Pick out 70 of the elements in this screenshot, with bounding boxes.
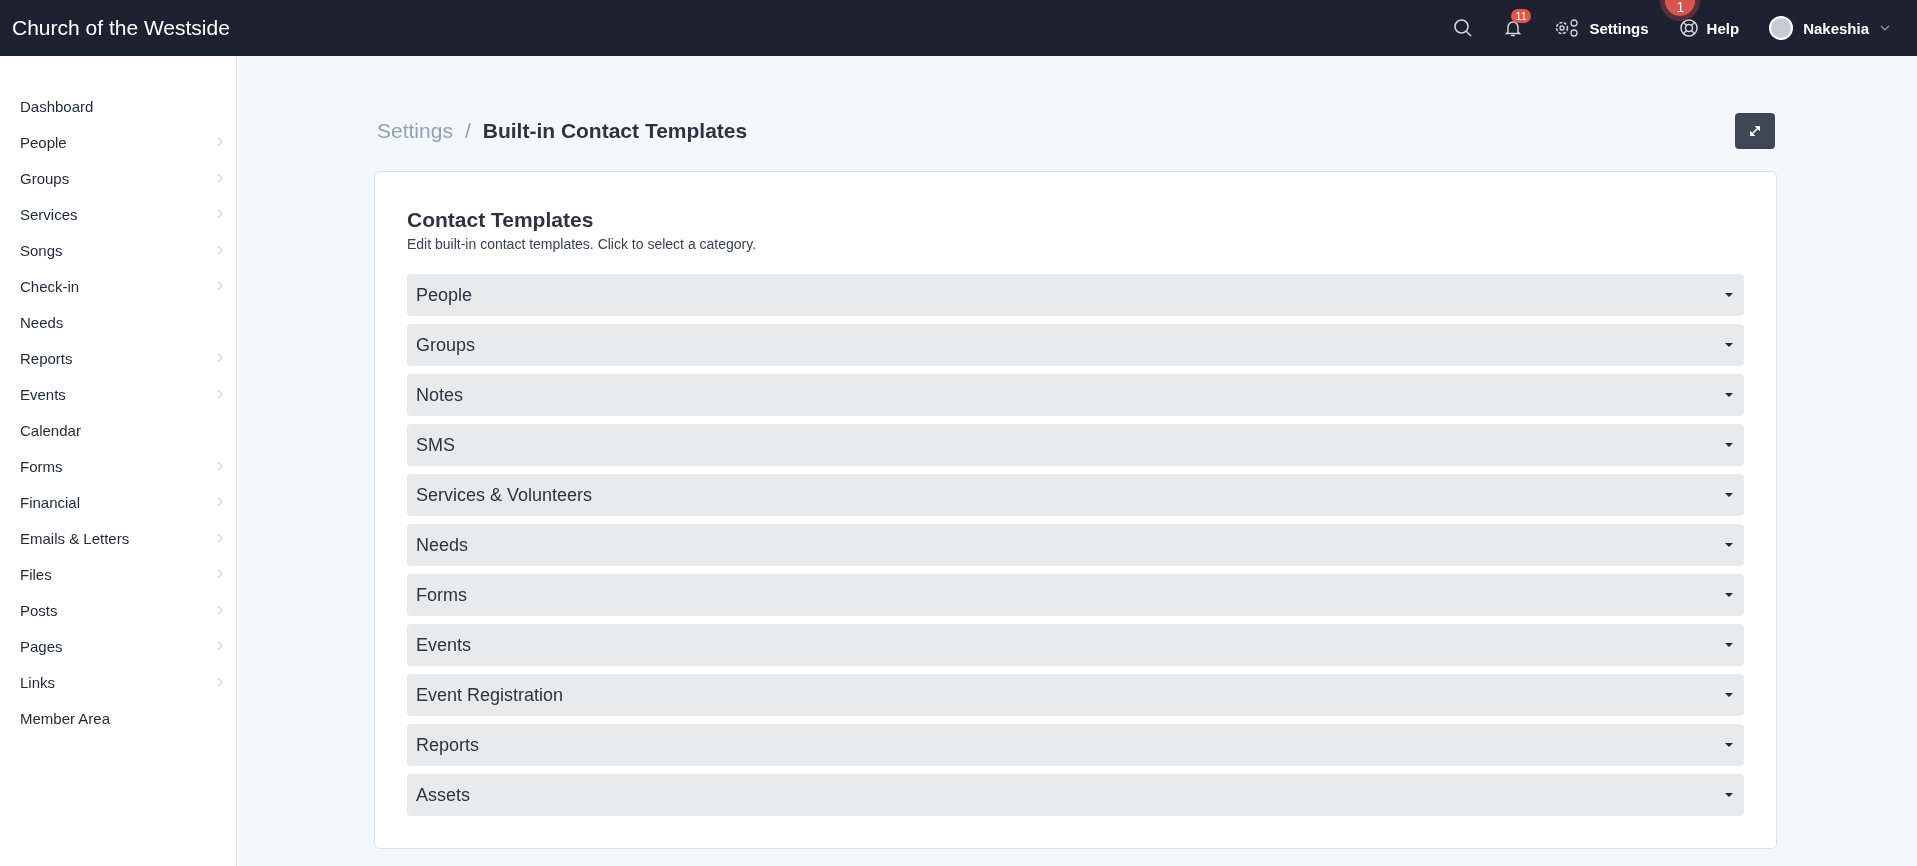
category-header[interactable]: Needs — [407, 524, 1744, 566]
chevron-right-icon — [216, 496, 224, 508]
chevron-right-icon — [216, 352, 224, 364]
sidebar-item[interactable]: Groups — [0, 160, 236, 196]
category-header[interactable]: Events — [407, 624, 1744, 666]
sidebar-item[interactable]: Songs — [0, 232, 236, 268]
sidebar-item[interactable]: Pages — [0, 628, 236, 664]
card-title: Contact Templates — [407, 208, 595, 232]
category-header[interactable]: Reports — [407, 724, 1744, 766]
notification-count: 11 — [1511, 9, 1531, 23]
caret-icon — [1724, 642, 1734, 648]
sidebar-item[interactable]: People — [0, 124, 236, 160]
expand-icon — [1747, 123, 1763, 139]
caret-icon — [1724, 792, 1734, 798]
caret-icon — [1724, 542, 1734, 548]
chevron-right-icon — [216, 172, 224, 184]
sidebar-item[interactable]: Services — [0, 196, 236, 232]
card-description: Edit built-in contact templates. Click to select a category. — [407, 236, 758, 252]
sidebar-item[interactable]: Forms — [0, 448, 236, 484]
settings-link[interactable]: Settings — [1553, 18, 1649, 38]
user-menu[interactable]: Nakeshia — [1769, 16, 1891, 40]
chevron-right-icon — [216, 208, 224, 220]
chevron-right-icon — [216, 604, 224, 616]
search-icon[interactable] — [1453, 18, 1474, 38]
site-title[interactable]: Church of the Westside — [12, 16, 230, 40]
chevron-right-icon — [216, 244, 224, 256]
page-title: Built-in Contact Templates — [482, 119, 748, 143]
caret-icon — [1724, 742, 1734, 748]
bell-icon[interactable] — [1503, 18, 1524, 38]
sidebar-item[interactable]: Member Area — [0, 700, 236, 736]
sidebar-item[interactable]: Needs — [0, 304, 236, 340]
chevron-right-icon — [216, 640, 224, 652]
sidebar-item[interactable]: Calendar — [0, 412, 236, 448]
caret-icon — [1724, 342, 1734, 348]
chevron-right-icon — [216, 676, 224, 688]
breadcrumb-separator: / — [464, 119, 471, 143]
category-header[interactable]: People — [407, 274, 1744, 316]
category-header[interactable]: Forms — [407, 574, 1744, 616]
caret-icon — [1724, 292, 1734, 298]
sidebar-item[interactable]: Emails & Letters — [0, 520, 236, 556]
chevron-right-icon — [216, 532, 224, 544]
sidebar-item[interactable]: Check-in — [0, 268, 236, 304]
caret-icon — [1724, 392, 1734, 398]
sidebar-item[interactable]: Financial — [0, 484, 236, 520]
category-header[interactable]: Groups — [407, 324, 1744, 366]
caret-icon — [1724, 442, 1734, 448]
category-header[interactable]: Notes — [407, 374, 1744, 416]
sidebar-item[interactable]: Reports — [0, 340, 236, 376]
count-badge: 1 — [1665, 0, 1696, 16]
category-header[interactable]: Services & Volunteers — [407, 474, 1744, 516]
chevron-right-icon — [216, 460, 224, 472]
category-header[interactable]: Assets — [407, 774, 1744, 816]
chevron-right-icon — [216, 280, 224, 292]
lifebuoy-icon — [1678, 18, 1699, 38]
caret-icon — [1724, 692, 1734, 698]
help-link[interactable]: Help — [1678, 18, 1740, 38]
sidebar-item[interactable]: Files — [0, 556, 236, 592]
category-header[interactable]: Event Registration — [407, 674, 1744, 716]
category-header[interactable]: SMS — [407, 424, 1744, 466]
expand-button[interactable] — [1735, 113, 1775, 149]
chevron-right-icon — [216, 388, 224, 400]
sidebar-item[interactable]: Events — [0, 376, 236, 412]
avatar — [1769, 16, 1794, 40]
chevron-right-icon — [216, 568, 224, 580]
caret-icon — [1724, 592, 1734, 598]
sidebar-item[interactable]: Links — [0, 664, 236, 700]
chevron-right-icon — [216, 136, 224, 148]
caret-icon — [1724, 492, 1734, 498]
sidebar-item[interactable]: Posts — [0, 592, 236, 628]
sidebar-item[interactable]: Dashboard — [0, 88, 236, 124]
